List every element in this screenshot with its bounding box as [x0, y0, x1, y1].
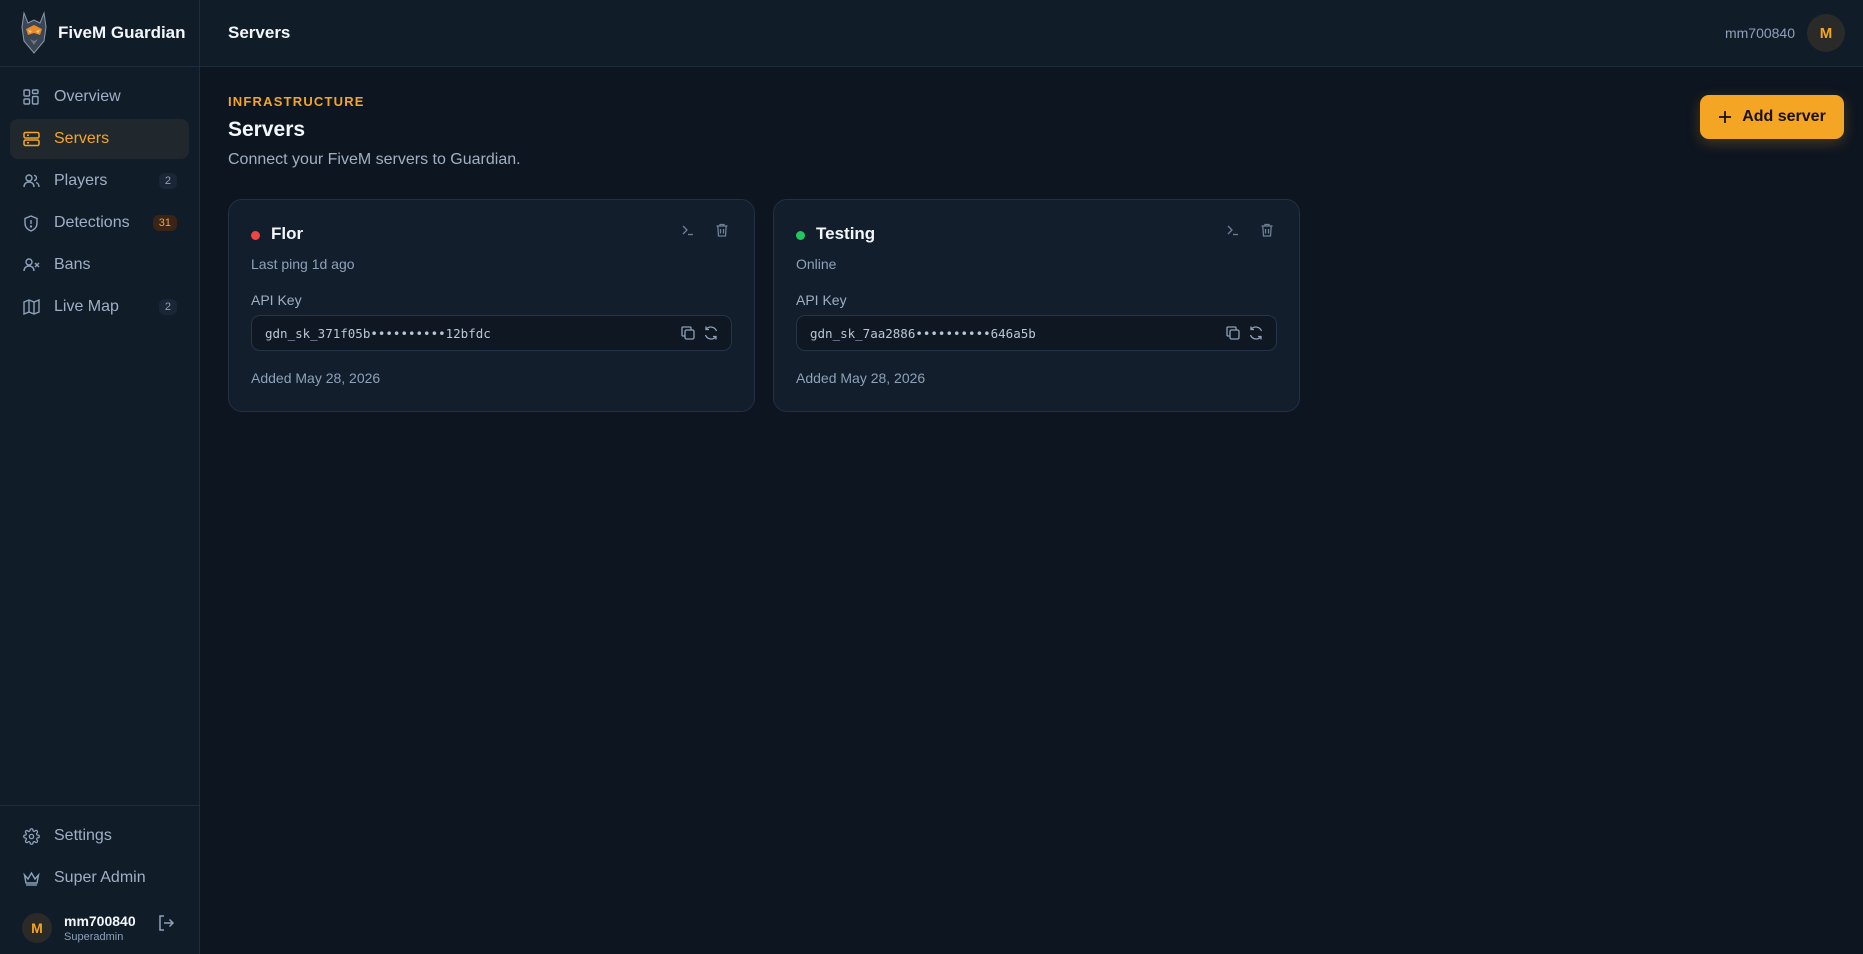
sidebar-item-label: Detections — [54, 214, 130, 231]
brand-name: FiveM Guardian — [58, 23, 186, 42]
sidebar-item-overview[interactable]: Overview — [10, 77, 189, 117]
count-badge: 2 — [158, 173, 177, 189]
sidebar-item-label: Live Map — [54, 298, 119, 315]
top-bar: Servers mm700840 M — [200, 0, 1863, 67]
sidebar-item-label: Players — [54, 172, 108, 189]
trash-icon[interactable] — [1259, 222, 1275, 238]
server-card: Flor Last ping 1d ago API Key gdn_sk_371… — [228, 199, 755, 412]
server-card: Testing Online API Key gdn_sk_7aa2886•••… — [773, 199, 1300, 412]
copy-icon[interactable] — [1225, 325, 1241, 341]
console-icon[interactable] — [1225, 222, 1241, 238]
trash-icon[interactable] — [714, 222, 730, 238]
api-key-label: API Key — [796, 292, 847, 308]
status-dot — [251, 230, 260, 240]
sidebar-item-label: Overview — [54, 88, 121, 105]
logout-icon[interactable] — [157, 914, 175, 932]
users-icon — [22, 172, 40, 190]
page-subtitle: Connect your FiveM servers to Guardian. — [228, 151, 521, 168]
user-name: mm700840 — [64, 913, 136, 929]
sidebar-item-bans[interactable]: Bans — [10, 245, 189, 285]
main-content: INFRASTRUCTURE Servers Connect your Five… — [228, 67, 1863, 412]
gear-icon — [22, 827, 40, 845]
brand[interactable]: FiveM Guardian — [0, 0, 199, 67]
guardian-logo-icon — [21, 11, 47, 54]
avatar[interactable]: M — [1807, 14, 1845, 52]
grid-icon — [22, 88, 40, 106]
count-badge: 2 — [158, 299, 177, 315]
avatar[interactable]: M — [22, 913, 52, 943]
sidebar-item-servers[interactable]: Servers — [10, 119, 189, 159]
shield-icon — [22, 214, 40, 232]
user-role: Superadmin — [64, 931, 124, 943]
section-eyebrow: INFRASTRUCTURE — [228, 94, 365, 109]
api-key-field[interactable]: gdn_sk_371f05b••••••••••12bfdc — [251, 315, 732, 351]
sidebar-item-label: Super Admin — [54, 869, 146, 886]
page-title: Servers — [228, 118, 306, 141]
user-x-icon — [22, 256, 40, 274]
refresh-icon[interactable] — [1248, 325, 1264, 341]
status-dot — [796, 230, 805, 240]
api-key-label: API Key — [251, 292, 302, 308]
server-added-date: Added May 28, 2026 — [796, 370, 926, 386]
server-card-actions — [662, 222, 730, 238]
sidebar-item-live-map[interactable]: Live Map 2 — [10, 287, 189, 327]
account-menu[interactable]: mm700840 M — [1725, 14, 1845, 52]
topbar-username: mm700840 — [1724, 25, 1795, 41]
console-icon[interactable] — [680, 222, 696, 238]
api-key-actions — [1218, 325, 1264, 341]
alert-badge: 31 — [152, 215, 177, 231]
user-meta: mm700840 Superadmin — [64, 913, 136, 943]
page-header-title: Servers — [228, 23, 291, 42]
api-key-actions — [673, 325, 719, 341]
refresh-icon[interactable] — [703, 325, 719, 341]
sidebar-item-label: Bans — [54, 256, 91, 273]
api-key-value: gdn_sk_7aa2886••••••••••646a5b — [810, 325, 1036, 341]
sidebar-item-label: Servers — [54, 130, 110, 147]
server-status: Last ping 1d ago — [251, 256, 355, 272]
server-status: Online — [796, 256, 837, 272]
server-name: Flor — [271, 224, 304, 243]
server-cards: Flor Last ping 1d ago API Key gdn_sk_371… — [228, 199, 1318, 412]
copy-icon[interactable] — [680, 325, 696, 341]
sidebar-footer: Settings Super Admin M mm700840 Superadm… — [0, 805, 199, 954]
api-key-field[interactable]: gdn_sk_7aa2886••••••••••646a5b — [796, 315, 1277, 351]
crown-icon — [22, 869, 40, 887]
server-card-header: Flor — [251, 222, 732, 246]
sidebar-item-settings[interactable]: Settings — [10, 816, 189, 856]
sidebar: FiveM Guardian Overview Servers Players … — [0, 0, 200, 954]
server-card-header: Testing — [796, 222, 1277, 246]
add-server-label: Add server — [1742, 108, 1826, 125]
server-added-date: Added May 28, 2026 — [251, 370, 381, 386]
server-icon — [22, 130, 40, 148]
sidebar-nav: Overview Servers Players 2 Detections 31 — [0, 67, 199, 327]
sidebar-item-detections[interactable]: Detections 31 — [10, 203, 189, 243]
api-key-value: gdn_sk_371f05b••••••••••12bfdc — [265, 325, 491, 341]
server-name: Testing — [816, 224, 876, 243]
sidebar-item-players[interactable]: Players 2 — [10, 161, 189, 201]
server-card-actions — [1207, 222, 1275, 238]
add-server-button[interactable]: Add server — [1700, 95, 1844, 139]
sidebar-item-label: Settings — [54, 827, 112, 844]
map-icon — [22, 298, 40, 316]
sidebar-item-super-admin[interactable]: Super Admin — [10, 858, 189, 898]
plus-icon — [1719, 111, 1732, 123]
